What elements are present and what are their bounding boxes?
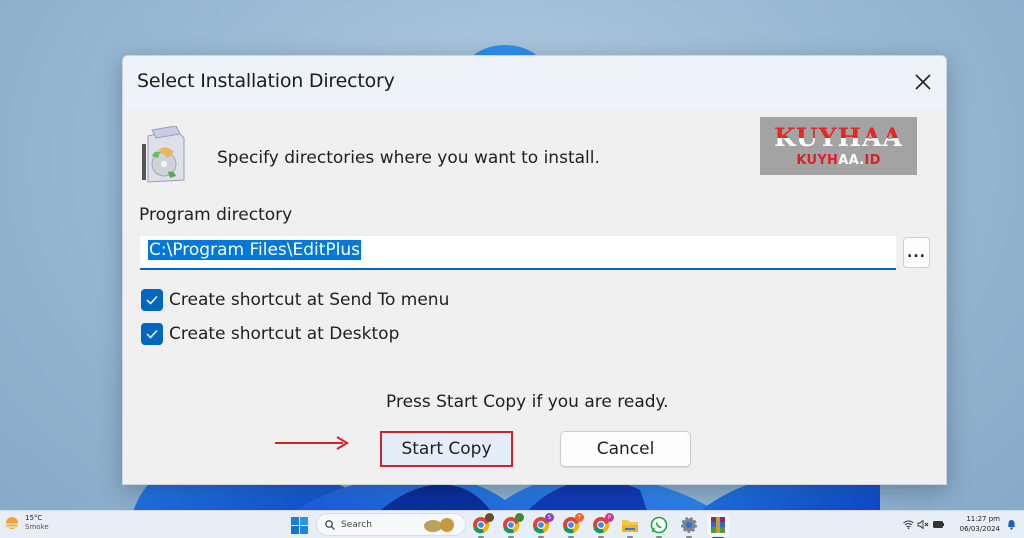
logo-sub-part2: AA. xyxy=(838,152,865,168)
header-instruction: Specify directories where you want to in… xyxy=(217,148,600,168)
checkbox-desktop[interactable]: Create shortcut at Desktop xyxy=(141,323,399,345)
logo-sub-part1: KUYH xyxy=(796,152,839,168)
close-button[interactable] xyxy=(900,56,946,108)
clock-date: 06/03/2024 xyxy=(959,525,1000,533)
software-package-icon xyxy=(142,126,185,183)
taskbar-app-file-explorer[interactable] xyxy=(619,514,641,538)
logo-sub-text: KUYHAA.ID xyxy=(796,153,880,168)
logo-main-text: KUYHAA xyxy=(774,122,903,152)
install-directory-dialog: Select Installation Directory Specify di… xyxy=(122,55,947,485)
cancel-button[interactable]: Cancel xyxy=(560,431,691,467)
browse-button[interactable]: ... xyxy=(903,237,930,268)
start-copy-button[interactable]: Start Copy xyxy=(380,431,513,467)
search-placeholder: Search xyxy=(341,519,372,530)
weather-condition: Smoke xyxy=(25,523,49,531)
checkmark-icon xyxy=(146,329,158,339)
taskbar-app-chrome-1[interactable] xyxy=(470,513,494,538)
checkbox-label: Create shortcut at Send To menu xyxy=(169,290,450,310)
profile-avatar: T xyxy=(575,513,584,522)
kuyhaa-logo: KUYHAA KUYHAA.ID xyxy=(760,117,917,175)
profile-avatar xyxy=(485,513,494,522)
system-clock[interactable]: 11:27 pm 06/03/2024 xyxy=(960,514,1000,534)
dialog-title: Select Installation Directory xyxy=(137,70,395,92)
whatsapp-icon xyxy=(650,516,668,534)
checkbox-send-to-menu[interactable]: Create shortcut at Send To menu xyxy=(141,289,449,311)
taskbar-app-whatsapp[interactable] xyxy=(648,514,670,538)
taskbar-app-winrar[interactable] xyxy=(707,514,729,538)
taskbar: 15°C Smoke Search S T P 11:27 pm 06/03/2… xyxy=(0,510,1024,538)
taskbar-app-chrome-2[interactable] xyxy=(500,513,524,538)
weather-widget[interactable]: 15°C Smoke xyxy=(3,514,49,532)
taskbar-app-chrome-3[interactable]: S xyxy=(530,513,554,538)
profile-avatar: P xyxy=(605,513,614,522)
settings-gear-icon xyxy=(681,517,697,533)
taskbar-app-settings[interactable] xyxy=(678,514,700,538)
program-directory-value: C:\Program Files\EditPlus xyxy=(148,240,362,260)
dialog-content: Specify directories where you want to in… xyxy=(123,108,946,484)
notification-bell-icon[interactable] xyxy=(1007,519,1016,530)
annotation-arrow-icon xyxy=(275,436,349,450)
start-button[interactable] xyxy=(288,514,310,536)
windows-start-icon xyxy=(290,516,308,534)
program-directory-label: Program directory xyxy=(139,205,293,225)
clock-time: 11:27 pm xyxy=(966,515,1000,523)
weather-haze-icon xyxy=(4,516,19,529)
battery-icon[interactable] xyxy=(933,521,944,528)
search-icon xyxy=(325,519,335,530)
winrar-icon xyxy=(711,517,725,533)
taskbar-app-chrome-5[interactable]: P xyxy=(590,513,614,538)
profile-avatar: S xyxy=(545,513,554,522)
checkbox-checked[interactable] xyxy=(141,289,163,311)
profile-avatar xyxy=(515,513,524,522)
dialog-titlebar[interactable]: Select Installation Directory xyxy=(123,56,946,108)
program-directory-input[interactable]: C:\Program Files\EditPlus xyxy=(140,236,896,270)
search-highlight-image xyxy=(424,518,454,532)
close-icon xyxy=(915,74,931,90)
taskbar-app-chrome-4[interactable]: T xyxy=(560,513,584,538)
logo-sub-part3: ID xyxy=(864,152,881,168)
volume-muted-icon[interactable] xyxy=(917,520,929,529)
wifi-icon[interactable] xyxy=(903,520,914,529)
checkbox-label: Create shortcut at Desktop xyxy=(169,324,400,344)
folder-icon xyxy=(622,520,638,532)
taskbar-search[interactable]: Search xyxy=(316,513,466,536)
ready-prompt: Press Start Copy if you are ready. xyxy=(386,392,669,412)
weather-temp: 15°C xyxy=(25,514,43,522)
checkmark-icon xyxy=(146,295,158,305)
checkbox-checked[interactable] xyxy=(141,323,163,345)
